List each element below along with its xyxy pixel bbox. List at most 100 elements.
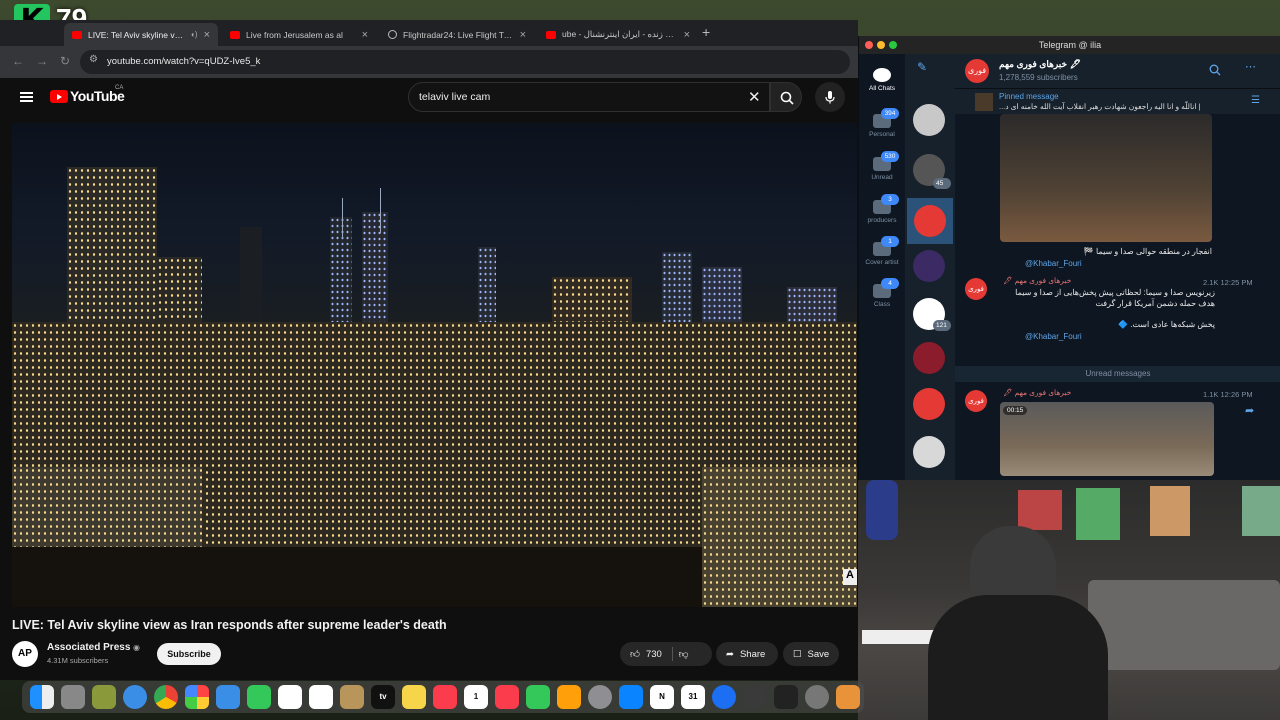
sofa	[1088, 580, 1280, 670]
facetime-icon[interactable]	[247, 685, 271, 709]
globe-icon	[388, 30, 397, 39]
unity-icon[interactable]	[774, 685, 798, 709]
notes-icon[interactable]	[402, 685, 426, 709]
wall-poster	[1076, 488, 1120, 540]
app-store-icon[interactable]	[619, 685, 643, 709]
audio-icon[interactable]: ◖)	[190, 30, 198, 39]
music-icon[interactable]	[433, 685, 457, 709]
close-icon[interactable]: ×	[204, 29, 210, 41]
wall-poster	[1150, 486, 1190, 536]
folder-class[interactable]: 4 Class	[859, 278, 905, 308]
apple-tv-icon[interactable]: tv	[371, 685, 395, 709]
close-window-icon[interactable]	[865, 41, 873, 49]
close-icon[interactable]: ×	[684, 29, 690, 41]
tab-jerusalem[interactable]: Live from Jerusalem as al ×	[222, 23, 376, 46]
back-icon[interactable]: ←	[12, 54, 24, 68]
freeform-icon[interactable]	[309, 685, 333, 709]
pinned-message-bar[interactable]: Pinned message | اناللّه و انا الیه راجع…	[955, 88, 1280, 114]
pinned-list-icon[interactable]: ☰	[1251, 95, 1260, 106]
folder-all-chats[interactable]: All Chats	[859, 68, 905, 92]
sender-avatar[interactable]: فوری	[965, 278, 987, 300]
folder-label: Class	[873, 301, 891, 308]
share-button[interactable]: ➦ Share	[716, 642, 778, 666]
disk-utility-icon[interactable]	[805, 685, 829, 709]
message-link[interactable]: @Khabar_Fouri	[1025, 332, 1082, 341]
browser-window: LIVE: Tel Aviv skyline view ◖) × Live fr…	[0, 20, 858, 680]
instruments-icon[interactable]	[743, 685, 767, 709]
numbers-icon[interactable]	[526, 685, 550, 709]
youtube-logo-icon[interactable]	[50, 90, 68, 103]
video-title: LIVE: Tel Aviv skyline view as Iran resp…	[12, 618, 447, 632]
more-icon[interactable]: ⋯	[1245, 60, 1256, 73]
channel-name[interactable]: خبرهای فوری مهم 🖋	[999, 59, 1081, 70]
chat-item-selected[interactable]	[907, 198, 953, 244]
sender-avatar[interactable]: فوری	[965, 390, 987, 412]
folder-unread[interactable]: 530 Unread	[859, 151, 905, 181]
finder-icon[interactable]	[30, 685, 54, 709]
subscribe-button[interactable]: Subscribe	[157, 643, 221, 665]
minimize-window-icon[interactable]	[877, 41, 885, 49]
message-text: پخش شبکه‌ها عادی است. 🔷	[1118, 320, 1215, 329]
calendar-31-icon[interactable]: 31	[681, 685, 705, 709]
search-input[interactable]: telaviv live cam ✕	[408, 82, 770, 112]
chat-avatar[interactable]	[913, 436, 945, 468]
channel-avatar[interactable]: فوری	[965, 59, 989, 83]
chat-avatar[interactable]	[913, 104, 945, 136]
dislike-icon[interactable]: 👎︎	[679, 648, 689, 660]
message-photo[interactable]	[1000, 114, 1212, 242]
news-icon[interactable]	[495, 685, 519, 709]
wall-poster	[1018, 490, 1062, 530]
zoom-window-icon[interactable]	[889, 41, 897, 49]
message-link[interactable]: @Khabar_Fouri	[1025, 259, 1082, 268]
xcode-icon[interactable]	[712, 685, 736, 709]
tab-iran-international[interactable]: ube - پخش زنده - ایران اینترنشنال ×	[538, 23, 698, 46]
webcam-feed	[858, 480, 1280, 720]
message-caption: انفجار در منطقه حوالی صدا و سیما 🏁	[1083, 247, 1212, 256]
mail-icon[interactable]	[216, 685, 240, 709]
notes-folder-icon[interactable]	[340, 685, 364, 709]
chat-avatar[interactable]	[913, 342, 945, 374]
chat-avatar[interactable]	[913, 250, 945, 282]
reload-icon[interactable]: ↻	[60, 54, 70, 68]
youtube-favicon-icon	[230, 30, 240, 39]
save-button[interactable]: ☐ Save	[783, 642, 839, 666]
channel-avatar[interactable]: AP	[12, 641, 38, 667]
like-count[interactable]: 730	[646, 649, 662, 660]
folder-personal[interactable]: 394 Personal	[859, 108, 905, 138]
pages-icon[interactable]	[557, 685, 581, 709]
like-icon[interactable]: 👍︎	[630, 648, 640, 660]
close-icon[interactable]: ×	[520, 29, 526, 41]
calendar-icon[interactable]: 1	[464, 685, 488, 709]
chat-avatar[interactable]	[913, 388, 945, 420]
clear-icon[interactable]: ✕	[748, 88, 761, 106]
launchpad-icon[interactable]	[61, 685, 85, 709]
forward-icon[interactable]: ➦	[1245, 404, 1254, 417]
url-field[interactable]: ⚙ youtube.com/watch?v=qUDZ-Ive5_k	[80, 50, 850, 74]
message-video[interactable]	[1000, 402, 1214, 476]
site-info-icon[interactable]: ⚙	[89, 55, 99, 65]
safari-icon[interactable]	[123, 685, 147, 709]
tab-tel-aviv[interactable]: LIVE: Tel Aviv skyline view ◖) ×	[64, 23, 218, 46]
folder-cover-artist[interactable]: 1 Cover artist	[859, 236, 905, 266]
compose-icon[interactable]: ✎	[917, 60, 927, 74]
close-icon[interactable]: ×	[362, 29, 368, 41]
crane	[342, 198, 343, 238]
video-player[interactable]: A	[12, 123, 857, 607]
voice-search-button[interactable]	[815, 82, 845, 112]
search-button[interactable]	[770, 82, 802, 112]
search-icon[interactable]	[1209, 64, 1221, 76]
folder-producers[interactable]: 3 producers	[859, 194, 905, 224]
tab-flightradar[interactable]: Flightradar24: Live Flight Trac ×	[380, 23, 534, 46]
channel-name[interactable]: Associated Press	[47, 642, 130, 653]
reminders-icon[interactable]	[278, 685, 302, 709]
logic-icon[interactable]	[836, 685, 860, 709]
chrome-icon[interactable]	[154, 685, 178, 709]
notion-icon[interactable]: N	[650, 685, 674, 709]
new-tab-icon[interactable]: +	[702, 24, 710, 40]
message-text: زیرنویس صدا و سیما: لحظاتی پیش پخش‌هایی …	[1015, 288, 1215, 297]
settings-icon[interactable]	[588, 685, 612, 709]
system-preferences-icon[interactable]	[92, 685, 116, 709]
photos-icon[interactable]	[185, 685, 209, 709]
forward-icon[interactable]: →	[36, 54, 48, 68]
menu-icon[interactable]	[20, 92, 33, 102]
